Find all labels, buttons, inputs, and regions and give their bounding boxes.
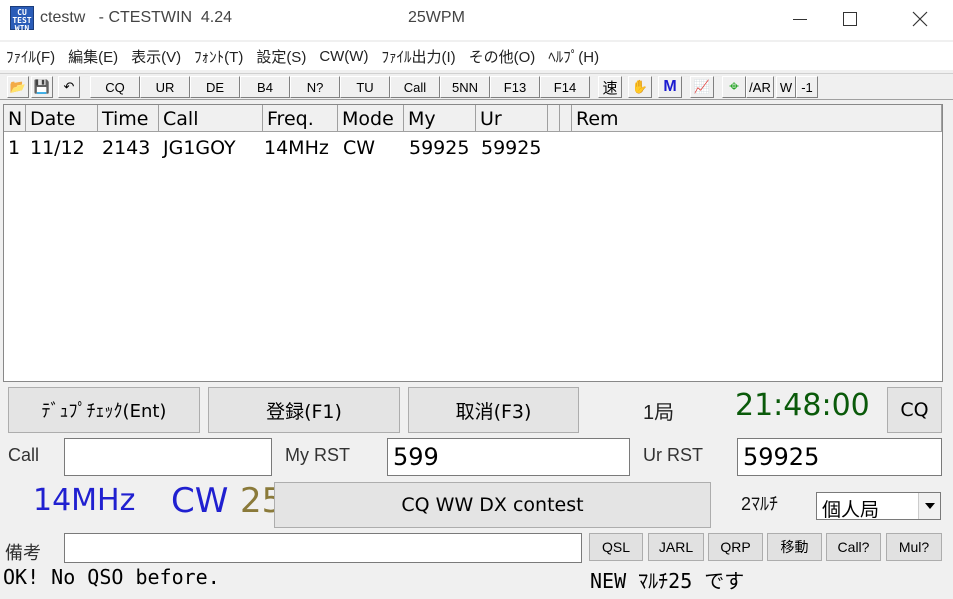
cell-date: 11/12 [30,137,85,159]
remarks-label: 備考 [5,543,41,563]
speed-button[interactable]: 速 [598,76,622,98]
minimize-icon [793,18,807,20]
cancel-button[interactable]: 取消(F3) [408,387,579,433]
menu-other[interactable]: その他(O) [463,46,543,67]
maximize-icon [843,12,857,26]
col-header-blank-2[interactable] [560,105,572,131]
title-bar: CU TEST WIN ctestw - CTESTWIN 4.24 25WPM [0,0,953,40]
call-query-button[interactable]: Call? [826,533,881,561]
log-header: N Date Time Call Freq. Mode My Ur Rem [4,105,942,132]
tu-macro-button[interactable]: TU [340,76,390,98]
portable-button[interactable]: 移動 [767,533,822,561]
my-rst-input[interactable]: 599 [387,438,630,476]
status-multi-message: NEW ﾏﾙﾁ25 です [590,569,745,593]
ur-rst-input[interactable]: 59925 [737,438,942,476]
cq-macro-button[interactable]: CQ [90,76,140,98]
status-message: OK! No QSO before. [3,565,220,589]
col-header-ur[interactable]: Ur [476,105,548,131]
cell-n: 1 [8,137,21,159]
multi-query-button[interactable]: Mul? [886,533,942,561]
close-button[interactable] [890,0,950,38]
col-header-time[interactable]: Time [98,105,159,131]
m-button[interactable]: M [658,76,682,98]
menu-edit[interactable]: 編集(E) [62,46,125,67]
contest-button[interactable]: CQ WW DX contest [274,482,711,528]
wpm-indicator: 25WPM [408,9,465,26]
hand-icon[interactable]: ✋ [628,76,652,98]
clock: 21:48:00 [735,388,870,423]
register-button[interactable]: 登録(F1) [208,387,400,433]
ar-button[interactable]: /AR [746,76,774,98]
dropdown-arrow-icon [918,493,940,519]
f14-macro-button[interactable]: F14 [540,76,590,98]
qso-log-list[interactable]: N Date Time Call Freq. Mode My Ur Rem 1 … [3,104,943,382]
de-macro-button[interactable]: DE [190,76,240,98]
b4-macro-button[interactable]: B4 [240,76,290,98]
band-display: 14MHz [33,483,136,518]
col-header-my[interactable]: My [404,105,476,131]
col-header-n[interactable]: N [4,105,26,131]
station-count: 1局 [643,402,675,424]
app-icon[interactable]: CU TEST WIN [10,6,34,33]
col-header-blank-1[interactable] [548,105,560,131]
undo-icon[interactable]: ↶ [58,76,80,98]
my-rst-label: My RST [285,445,350,465]
log-row[interactable]: 1 11/12 2143 JG1GOY 14MHz CW 59925 59925 [4,135,942,161]
open-icon[interactable]: 📂 [7,76,29,98]
cell-freq: 14MHz [264,137,329,159]
col-header-call[interactable]: Call [159,105,263,131]
close-icon [912,11,928,27]
col-header-mode[interactable]: Mode [338,105,404,131]
menu-settings[interactable]: 設定(S) [250,46,313,67]
jarl-button[interactable]: JARL [648,533,704,561]
minus1-button[interactable]: -1 [796,76,818,98]
cell-time: 2143 [102,137,151,159]
cell-mode: CW [343,137,376,159]
category-value: 個人局 [822,499,880,521]
call-label: Call [8,445,40,465]
save-icon[interactable]: 💾 [31,76,53,98]
col-header-freq[interactable]: Freq. [263,105,338,131]
toolbar: 📂 💾 ↶ CQ UR DE B4 N? TU Call 5NN F13 F14… [0,73,953,100]
ur-rst-label: Ur RST [643,445,703,465]
cell-ur: 59925 [481,137,542,159]
menu-help[interactable]: ﾍﾙﾌﾟ(H) [542,46,606,67]
menu-bar: ﾌｧｲﾙ(F) 編集(E) 表示(V) ﾌｫﾝﾄ(T) 設定(S) CW(W) … [0,42,953,70]
cq-mode-button[interactable]: CQ [887,387,942,433]
maximize-button[interactable] [820,0,880,38]
menu-file-output[interactable]: ﾌｧｲﾙ出力(I) [375,46,462,67]
window-title: ctestw - CTESTWIN 4.24 [40,9,233,26]
menu-font[interactable]: ﾌｫﾝﾄ(T) [188,46,250,67]
w-button[interactable]: W [776,76,796,98]
ur-macro-button[interactable]: UR [140,76,190,98]
menu-cw[interactable]: CW(W) [313,48,375,65]
target-icon[interactable]: ⌖ [722,76,746,98]
nq-macro-button[interactable]: N? [290,76,340,98]
menu-file[interactable]: ﾌｧｲﾙ(F) [0,46,62,67]
app-icon-text-3: WIN [14,24,30,33]
5nn-macro-button[interactable]: 5NN [440,76,490,98]
cell-call: JG1GOY [163,137,236,159]
col-header-rem[interactable]: Rem [572,105,942,131]
multi-count: 2ﾏﾙﾁ [741,494,779,514]
mode-display: CW [171,481,229,521]
call-macro-button[interactable]: Call [390,76,440,98]
cell-my: 59925 [409,137,470,159]
menu-view[interactable]: 表示(V) [125,46,188,67]
dupe-check-button[interactable]: ﾃﾞｭﾌﾟﾁｪｯｸ(Ent) [8,387,200,433]
f13-macro-button[interactable]: F13 [490,76,540,98]
call-input[interactable] [64,438,272,476]
remarks-input[interactable] [64,533,582,563]
col-header-date[interactable]: Date [26,105,98,131]
category-select[interactable]: 個人局 [816,492,941,521]
qsl-button[interactable]: QSL [589,533,643,561]
qrp-button[interactable]: QRP [708,533,763,561]
graph-icon[interactable]: 📈 [690,76,714,98]
